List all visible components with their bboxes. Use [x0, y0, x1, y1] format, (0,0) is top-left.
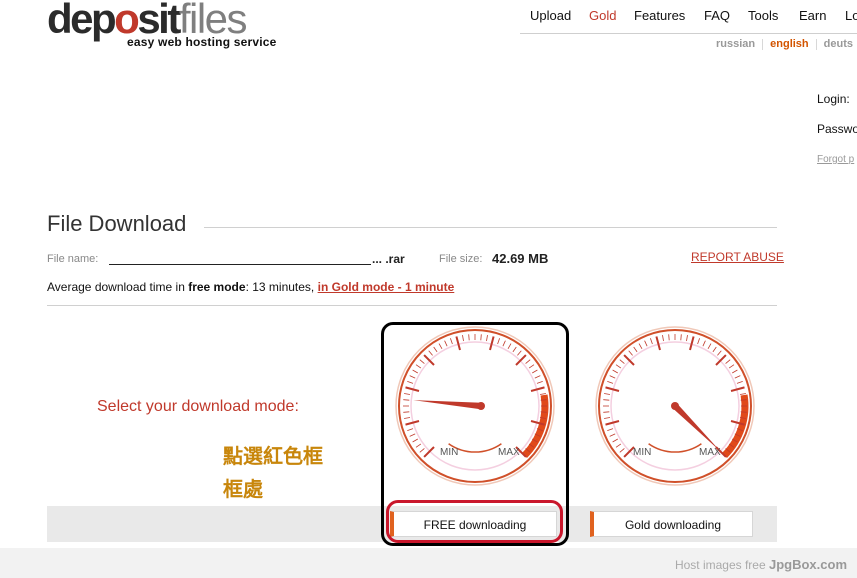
annotation-highlight-oval	[386, 500, 563, 543]
gauge-minor-tick	[668, 334, 670, 341]
nav-upload[interactable]: Upload	[530, 8, 571, 23]
gauge-min-label: MIN	[633, 447, 651, 458]
file-name-label: File name:	[47, 253, 99, 265]
lang-divider	[762, 38, 764, 50]
report-abuse-link[interactable]: REPORT ABUSE	[691, 250, 784, 264]
lang-russian[interactable]: russian	[716, 38, 755, 50]
average-download-time: Average download time in free mode: 13 m…	[47, 280, 455, 294]
annotation-text-line1: 點選紅色框	[223, 444, 323, 468]
footer-watermark: Host images free JpgBox.com	[674, 557, 847, 572]
gold-download-button[interactable]: Gold downloading	[590, 511, 753, 537]
nav-earn[interactable]: Earn	[799, 8, 826, 23]
logo-tagline: easy web hosting service	[127, 35, 277, 49]
file-name-redacted	[109, 264, 371, 265]
gauge-minor-tick	[680, 334, 682, 341]
top-nav: Upload Gold Features FAQ Tools Earn Lo	[520, 0, 857, 34]
language-switcher: russian english deuts	[716, 38, 853, 50]
gold-speed-gauge: MIN MAX	[595, 326, 755, 486]
gauge-minor-tick	[603, 411, 610, 413]
select-mode-label: Select your download mode:	[97, 398, 299, 415]
file-size-label: File size:	[439, 253, 483, 265]
lang-english[interactable]: english	[770, 38, 809, 50]
password-label: Passwo	[817, 122, 857, 136]
login-label: Login:	[817, 92, 850, 106]
nav-gold[interactable]: Gold	[589, 8, 616, 23]
gauge-minor-tick	[603, 399, 610, 401]
page-title: File Download	[47, 211, 187, 236]
gauge-minor-tick	[740, 399, 747, 401]
annotation-text-line2: 框處	[223, 477, 263, 501]
gauge-hub	[671, 402, 679, 410]
file-name-extension: ... .rar	[372, 252, 405, 266]
gold-mode-link[interactable]: in Gold mode - 1 minute	[318, 280, 455, 294]
gauge-minor-tick	[740, 411, 747, 413]
section-divider	[47, 305, 777, 306]
logo[interactable]: depositfiles easy web hosting service	[47, 0, 287, 50]
nav-tools[interactable]: Tools	[748, 8, 778, 23]
nav-login-partial[interactable]: Lo	[845, 8, 857, 23]
nav-faq[interactable]: FAQ	[704, 8, 730, 23]
nav-features[interactable]: Features	[634, 8, 685, 23]
title-divider	[204, 227, 777, 228]
logo-wordmark: depositfiles	[47, 0, 248, 42]
file-size-value: 42.69 MB	[492, 251, 549, 266]
lang-divider	[815, 38, 817, 50]
forgot-password-link[interactable]: Forgot p	[817, 154, 854, 165]
lang-deutsch[interactable]: deuts	[824, 38, 853, 50]
